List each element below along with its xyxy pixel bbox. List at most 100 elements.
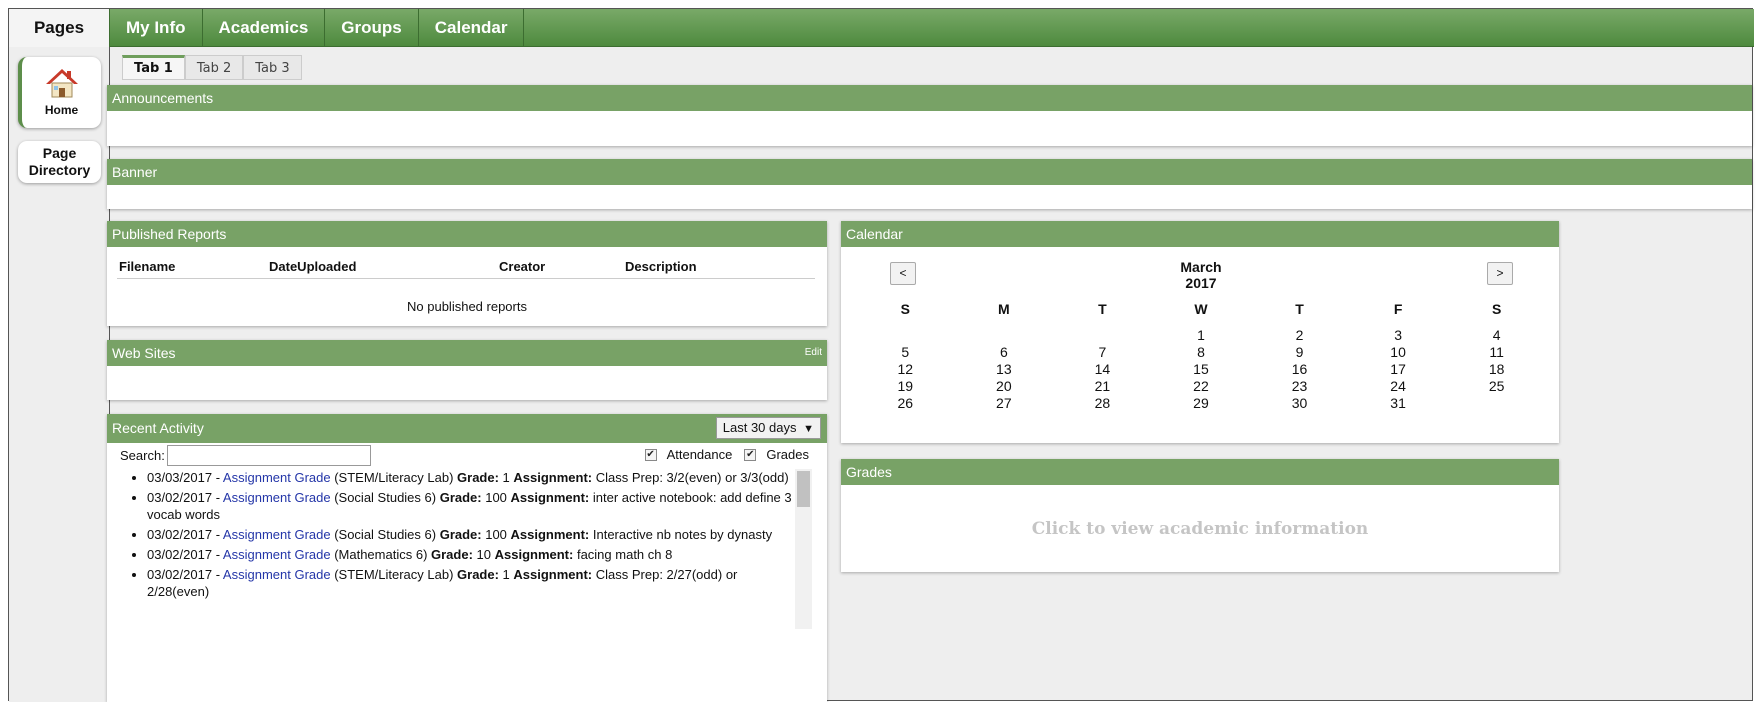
pages-title: Pages <box>9 9 110 47</box>
calendar-day[interactable] <box>1053 327 1152 344</box>
tab-1[interactable]: Tab 1 <box>122 55 185 80</box>
calendar-day[interactable]: 24 <box>1349 378 1448 395</box>
weekday-header: S <box>1492 301 1502 317</box>
calendar-day[interactable]: 21 <box>1053 378 1152 395</box>
calendar-day[interactable]: 9 <box>1250 344 1349 361</box>
calendar-day[interactable]: 31 <box>1349 395 1448 412</box>
calendar-day[interactable]: 19 <box>856 378 955 395</box>
banner-title: Banner <box>107 159 1752 185</box>
next-month-button[interactable]: > <box>1487 262 1513 285</box>
calendar-day[interactable]: 13 <box>955 361 1054 378</box>
activity-search: Search: <box>120 445 371 466</box>
assignment-grade-link[interactable]: Assignment Grade <box>223 470 331 485</box>
web-sites-panel: Web Sites Edit <box>107 340 827 400</box>
column-description[interactable]: Description <box>623 257 815 279</box>
calendar-day[interactable]: 12 <box>856 361 955 378</box>
calendar-day[interactable]: 11 <box>1447 344 1546 361</box>
activity-list: 03/03/2017 - Assignment Grade (STEM/Lite… <box>131 469 793 629</box>
calendar-day[interactable]: 16 <box>1250 361 1349 378</box>
calendar-day[interactable]: 6 <box>955 344 1054 361</box>
calendar-day[interactable]: 2 <box>1250 327 1349 344</box>
calendar-day[interactable] <box>1447 395 1546 412</box>
calendar-day[interactable]: 20 <box>955 378 1054 395</box>
weekday-header: W <box>1194 301 1208 317</box>
nav-groups[interactable]: Groups <box>325 9 419 47</box>
tab-2[interactable]: Tab 2 <box>184 55 244 80</box>
weekday-header: S <box>900 301 910 317</box>
no-reports-message: No published reports <box>407 299 527 314</box>
column-date-uploaded[interactable]: DateUploaded <box>267 257 497 279</box>
calendar-day[interactable]: 10 <box>1349 344 1448 361</box>
prev-month-button[interactable]: < <box>890 262 916 285</box>
nav-academics[interactable]: Academics <box>203 9 326 47</box>
calendar-day[interactable] <box>856 327 955 344</box>
list-item: 03/02/2017 - Assignment Grade (Social St… <box>147 526 793 543</box>
assignment-grade-link[interactable]: Assignment Grade <box>223 567 331 582</box>
calendar-day[interactable]: 5 <box>856 344 955 361</box>
calendar-day[interactable]: 26 <box>856 395 955 412</box>
calendar-day[interactable]: 27 <box>955 395 1054 412</box>
calendar-day[interactable]: 29 <box>1152 395 1251 412</box>
range-value: Last 30 days <box>722 420 797 435</box>
grades-label: Grades <box>766 447 809 462</box>
calendar-week: 26 27 28 29 30 31 <box>856 395 1546 412</box>
announcements-title: Announcements <box>107 85 1752 111</box>
calendar-day[interactable]: 15 <box>1152 361 1251 378</box>
calendar-day[interactable]: 7 <box>1053 344 1152 361</box>
assignment-grade-link[interactable]: Assignment Grade <box>223 527 331 542</box>
activity-scrollbar[interactable] <box>795 469 812 629</box>
nav-calendar[interactable]: Calendar <box>419 9 525 47</box>
calendar-month-title: March 2017 <box>1151 259 1251 291</box>
assignment-grade-link[interactable]: Assignment Grade <box>223 490 331 505</box>
calendar-day[interactable]: 23 <box>1250 378 1349 395</box>
calendar-panel: Calendar < > March 2017 S M T W T F S 1 … <box>841 221 1559 443</box>
calendar-day[interactable]: 1 <box>1152 327 1251 344</box>
calendar-day[interactable]: 25 <box>1447 378 1546 395</box>
main-nav: My Info Academics Groups Calendar <box>110 9 525 47</box>
weekday-header: M <box>998 301 1010 317</box>
calendar-day[interactable]: 28 <box>1053 395 1152 412</box>
calendar-day[interactable]: 18 <box>1447 361 1546 378</box>
calendar-day[interactable]: 4 <box>1447 327 1546 344</box>
list-item: 03/02/2017 - Assignment Grade (Mathemati… <box>147 546 793 563</box>
list-item: 03/03/2017 - Assignment Grade (STEM/Lite… <box>147 469 793 486</box>
calendar-day[interactable]: 3 <box>1349 327 1448 344</box>
home-page-button[interactable]: Home <box>18 57 101 128</box>
page-directory-button[interactable]: Page Directory <box>18 141 101 183</box>
activity-search-input[interactable] <box>166 445 371 466</box>
search-label: Search: <box>120 448 165 463</box>
attendance-checkbox[interactable]: ✔ <box>644 448 657 461</box>
calendar-day[interactable]: 14 <box>1053 361 1152 378</box>
home-label: Home <box>44 103 79 117</box>
scrollbar-thumb[interactable] <box>797 471 810 507</box>
app-frame: Pages My Info Academics Groups Calendar … <box>8 8 1754 702</box>
recent-activity-panel: Recent Activity Last 30 days ▼ Search: ✔… <box>107 414 827 702</box>
calendar-day[interactable] <box>955 327 1054 344</box>
banner-panel: Banner <box>107 159 1752 209</box>
weekday-header: T <box>1295 301 1304 317</box>
tab-3[interactable]: Tab 3 <box>243 55 302 80</box>
calendar-day[interactable]: 17 <box>1349 361 1448 378</box>
list-item: 03/02/2017 - Assignment Grade (Social St… <box>147 489 793 523</box>
calendar-year: 2017 <box>1185 275 1217 291</box>
published-reports-title: Published Reports <box>107 221 827 247</box>
list-item: 03/02/2017 - Assignment Grade (STEM/Lite… <box>147 566 793 600</box>
page-tabs: Tab 1 Tab 2 Tab 3 <box>122 55 302 80</box>
view-academic-info-link[interactable]: Click to view academic information <box>841 519 1559 539</box>
calendar-week: 19 20 21 22 23 24 25 <box>856 378 1546 395</box>
calendar-grid: S M T W T F S 1 2 3 4 5 6 7 8 9 10 11 12… <box>856 291 1546 412</box>
weekday-header: T <box>1098 301 1107 317</box>
activity-range-select[interactable]: Last 30 days ▼ <box>715 417 821 439</box>
nav-my-info[interactable]: My Info <box>110 9 203 47</box>
edit-web-sites-link[interactable]: Edit <box>805 340 822 366</box>
calendar-day[interactable]: 8 <box>1152 344 1251 361</box>
calendar-day[interactable]: 30 <box>1250 395 1349 412</box>
calendar-day[interactable]: 22 <box>1152 378 1251 395</box>
calendar-week: 1 2 3 4 <box>856 327 1546 344</box>
assignment-grade-link[interactable]: Assignment Grade <box>223 547 331 562</box>
column-creator[interactable]: Creator <box>497 257 623 279</box>
home-icon <box>45 69 78 98</box>
column-filename[interactable]: Filename <box>117 257 267 279</box>
web-sites-header: Web Sites Edit <box>107 340 827 366</box>
grades-checkbox[interactable]: ✔ <box>744 448 757 461</box>
